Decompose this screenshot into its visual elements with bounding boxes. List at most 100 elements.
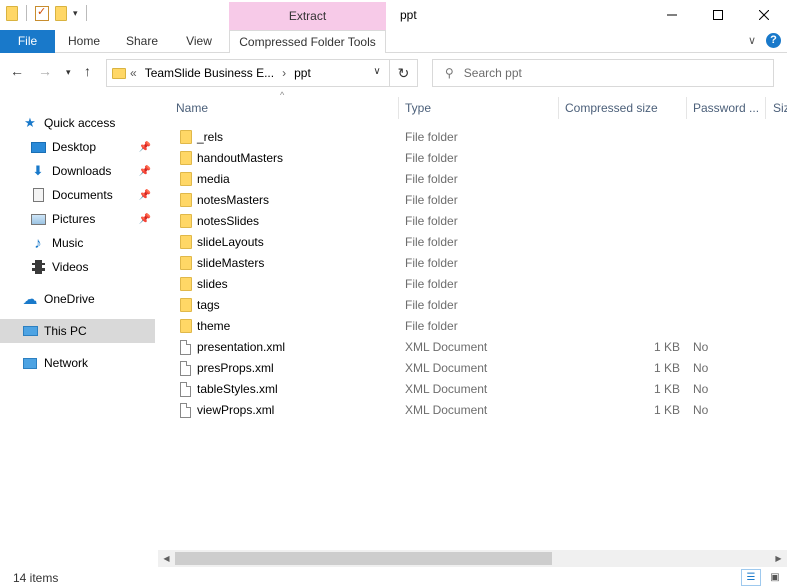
- file-password: No: [693, 360, 709, 375]
- tab-home[interactable]: Home: [64, 30, 104, 53]
- column-header-name[interactable]: Name: [170, 97, 398, 119]
- file-row[interactable]: _rels File folder: [170, 126, 770, 147]
- column-header-size[interactable]: Siz: [766, 97, 787, 119]
- horizontal-scrollbar[interactable]: ◀ ▶: [158, 550, 787, 567]
- sidebar-item-label: OneDrive: [44, 292, 95, 306]
- tab-share[interactable]: Share: [122, 30, 162, 53]
- pin-icon[interactable]: 📌: [139, 214, 151, 225]
- xml-file-icon: [180, 340, 191, 355]
- address-overflow[interactable]: «: [130, 66, 137, 80]
- file-type: XML Document: [405, 339, 488, 354]
- xml-file-icon: [180, 382, 191, 397]
- file-row[interactable]: slideLayouts File folder: [170, 231, 770, 252]
- file-password: No: [693, 381, 709, 396]
- tab-view[interactable]: View: [180, 30, 218, 53]
- sidebar-item-label: This PC: [44, 324, 87, 338]
- tab-compressed-folder-tools[interactable]: Compressed Folder Tools: [229, 30, 386, 53]
- column-header-type[interactable]: Type: [399, 97, 558, 119]
- file-type: File folder: [405, 297, 458, 312]
- file-row[interactable]: handoutMasters File folder: [170, 147, 770, 168]
- large-icons-view-icon: ▣: [770, 572, 780, 583]
- maximize-button[interactable]: [695, 0, 741, 30]
- folder-icon: [180, 193, 192, 207]
- new-folder-icon[interactable]: [55, 5, 67, 21]
- file-type: File folder: [405, 150, 458, 165]
- folder-icon: [6, 5, 18, 21]
- minimize-button[interactable]: [649, 0, 695, 30]
- back-arrow-icon[interactable]: ←: [10, 63, 24, 79]
- file-name: theme: [197, 318, 231, 333]
- file-row[interactable]: theme File folder: [170, 315, 770, 336]
- column-header-compressed-size[interactable]: Compressed size: [559, 97, 686, 119]
- scrollbar-thumb[interactable]: [175, 552, 552, 565]
- customize-toolbar-dropdown[interactable]: ▾: [73, 8, 78, 19]
- column-header-password[interactable]: Password ...: [687, 97, 765, 119]
- file-row[interactable]: slideMasters File folder: [170, 252, 770, 273]
- file-row[interactable]: slides File folder: [170, 273, 770, 294]
- file-row[interactable]: viewProps.xml XML Document 1 KB No: [170, 399, 770, 420]
- cloud-icon: ☁: [22, 291, 38, 308]
- breadcrumb-ppt[interactable]: ppt: [294, 66, 311, 80]
- expand-ribbon-chevron-icon[interactable]: ∨: [748, 34, 756, 47]
- sidebar-item-label: Desktop: [52, 140, 97, 154]
- pin-icon[interactable]: 📌: [139, 190, 151, 201]
- large-icons-view-button[interactable]: ▣: [765, 569, 785, 586]
- properties-icon[interactable]: [35, 5, 49, 21]
- tab-file[interactable]: File: [0, 30, 55, 53]
- close-button[interactable]: [741, 0, 787, 30]
- sidebar-item-network[interactable]: Network: [0, 351, 155, 375]
- item-count: 14 items: [13, 571, 59, 585]
- computer-icon: [22, 324, 38, 338]
- sidebar-item-this-pc[interactable]: This PC: [0, 319, 155, 343]
- search-input[interactable]: [463, 66, 744, 80]
- status-bar: 14 items ☰ ▣: [0, 567, 787, 588]
- up-arrow-icon[interactable]: ↑: [84, 63, 91, 79]
- details-view-button[interactable]: ☰: [741, 569, 761, 586]
- file-compressed-size: 1 KB: [653, 381, 680, 396]
- sidebar-item-music[interactable]: ♪ Music: [0, 231, 155, 255]
- pin-icon[interactable]: 📌: [139, 166, 151, 177]
- file-row[interactable]: presProps.xml XML Document 1 KB No: [170, 357, 770, 378]
- title-bar: ▾ Extract ppt: [0, 0, 787, 30]
- forward-arrow-icon[interactable]: →: [38, 63, 52, 79]
- refresh-button[interactable]: ↻: [390, 59, 418, 87]
- file-row[interactable]: tags File folder: [170, 294, 770, 315]
- file-name: notesMasters: [197, 192, 270, 207]
- file-type: File folder: [405, 171, 458, 186]
- breadcrumb-teamslide[interactable]: TeamSlide Business E...: [145, 66, 274, 80]
- file-row[interactable]: notesSlides File folder: [170, 210, 770, 231]
- file-row[interactable]: media File folder: [170, 168, 770, 189]
- breadcrumb-separator[interactable]: ›: [282, 66, 286, 80]
- address-bar[interactable]: « TeamSlide Business E... › ppt ∨: [106, 59, 390, 87]
- sidebar-item-pictures[interactable]: Pictures 📌: [0, 207, 155, 231]
- sidebar-item-quick-access[interactable]: ★ Quick access: [0, 111, 155, 135]
- pin-icon[interactable]: 📌: [139, 142, 151, 153]
- file-password: No: [693, 402, 709, 417]
- star-icon: ★: [24, 115, 36, 130]
- search-box[interactable]: ⚲: [432, 59, 774, 87]
- sidebar-item-videos[interactable]: Videos: [0, 255, 155, 279]
- recent-locations-chevron-icon[interactable]: ▾: [66, 67, 71, 78]
- minimize-icon: [667, 14, 677, 16]
- file-name: presProps.xml: [197, 360, 274, 375]
- context-tab-group-label: Extract: [229, 2, 386, 30]
- file-name: presentation.xml: [197, 339, 286, 354]
- sidebar-item-label: Downloads: [52, 164, 112, 178]
- sidebar-item-label: Music: [52, 236, 84, 250]
- file-row[interactable]: notesMasters File folder: [170, 189, 770, 210]
- address-dropdown-icon[interactable]: ∨: [369, 66, 385, 77]
- scroll-left-icon[interactable]: ◀: [158, 550, 175, 567]
- file-type: XML Document: [405, 381, 488, 396]
- help-icon[interactable]: ?: [766, 33, 781, 48]
- file-name: notesSlides: [197, 213, 260, 228]
- network-icon: [22, 356, 38, 370]
- sidebar-item-documents[interactable]: Documents 📌: [0, 183, 155, 207]
- file-row[interactable]: tableStyles.xml XML Document 1 KB No: [170, 378, 770, 399]
- sidebar-item-onedrive[interactable]: ☁ OneDrive: [0, 287, 155, 311]
- sidebar-item-downloads[interactable]: ⬇ Downloads 📌: [0, 159, 155, 183]
- file-row[interactable]: presentation.xml XML Document 1 KB No: [170, 336, 770, 357]
- sidebar-item-desktop[interactable]: Desktop 📌: [0, 135, 155, 159]
- file-type: File folder: [405, 213, 458, 228]
- folder-icon: [180, 235, 192, 249]
- scroll-right-icon[interactable]: ▶: [770, 550, 787, 567]
